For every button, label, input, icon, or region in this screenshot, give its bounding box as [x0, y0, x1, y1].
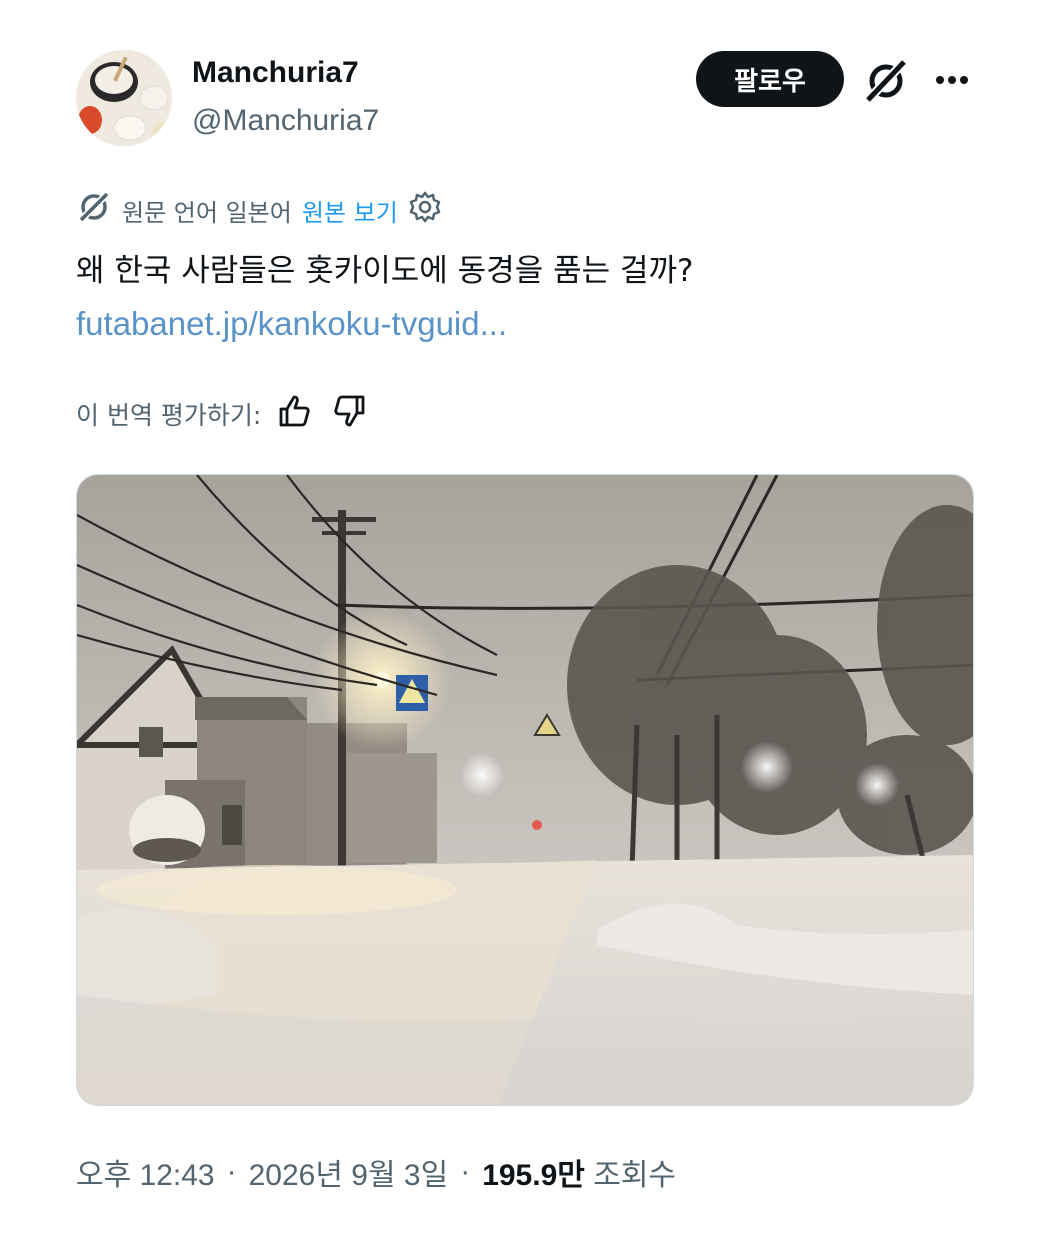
views-label: 조회수 [593, 1159, 677, 1192]
follow-button[interactable]: 팔로우 [696, 51, 844, 107]
meta-separator: · [226, 1155, 237, 1188]
tweet-meta: 오후 12:43 · 2026년 9월 3일 · 195.9만 조회수 [76, 1150, 676, 1194]
more-dots-icon[interactable] [928, 60, 976, 100]
grok-icon[interactable] [862, 58, 910, 104]
thumbs-down-icon[interactable] [329, 391, 369, 437]
handle[interactable]: @Manchuria7 [192, 104, 379, 138]
source-language-label: 원문 언어 일본어 [122, 198, 292, 227]
thumbs-up-icon[interactable] [275, 391, 315, 437]
gear-icon[interactable] [408, 190, 442, 230]
tweet-date[interactable]: 2026년 9월 3일 [249, 1150, 449, 1194]
snowy-street-photo[interactable] [76, 474, 974, 1106]
tweet-link[interactable]: futabanet.jp/kankoku-tvguid... [76, 305, 507, 343]
avatar[interactable] [76, 50, 172, 146]
translation-bar: 원문 언어 일본어 원본 보기 [76, 190, 442, 230]
rate-label: 이 번역 평가하기: [76, 401, 262, 430]
view-original-link[interactable]: 원본 보기 [302, 193, 398, 228]
display-name[interactable]: Manchuria7 [192, 56, 359, 90]
translate-icon [76, 189, 112, 231]
meta-separator: · [460, 1155, 471, 1188]
tweet-text: 왜 한국 사람들은 홋카이도에 동경을 품는 걸까? [76, 253, 694, 289]
rate-translation: 이 번역 평가하기: [76, 392, 369, 436]
tweet-time[interactable]: 오후 12:43 [76, 1150, 215, 1194]
views-count: 195.9만 [482, 1159, 585, 1192]
